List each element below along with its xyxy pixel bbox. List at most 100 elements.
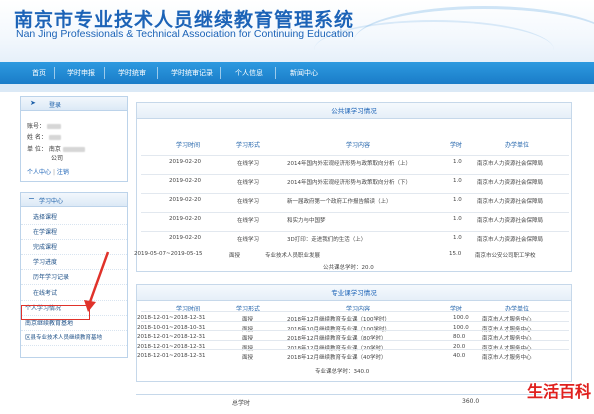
- table-cell: 南京市人才服务中心: [482, 355, 532, 361]
- professional-total: 专业课总学时：340.0: [315, 369, 370, 375]
- table-cell: 在线学习: [237, 237, 260, 243]
- nav-separator: [54, 67, 55, 79]
- col-header-org: 办学单位: [504, 142, 530, 149]
- menu-current-courses[interactable]: 在学课程: [21, 225, 127, 240]
- row-divider: [141, 174, 569, 175]
- public-total: 公共课总学时：20.0: [323, 265, 374, 271]
- unit-value-redacted: [62, 147, 85, 152]
- table-cell: 新一届政府第一个政府工作报告解读（上）: [287, 199, 392, 205]
- site-subtitle: Nan Jing Professionals & Technical Assoc…: [16, 28, 354, 40]
- row-divider: [141, 311, 569, 312]
- table-cell: 在线学习: [237, 180, 260, 186]
- table-cell: 3D打印：走进我们的生活（上）: [287, 237, 367, 243]
- professional-course-section: 专业课学习情况 学习时间 学习形式 学习内容 学时 办学单位 2018-12-0…: [136, 284, 572, 382]
- study-center-title: 学习中心: [39, 198, 64, 205]
- table-cell: 在线学习: [237, 218, 260, 224]
- table-cell: 南京市人力资源社会保障局: [477, 218, 544, 224]
- nav-personal-info[interactable]: 个人信息: [235, 62, 263, 84]
- study-center-header: − 学习中心: [21, 193, 127, 207]
- col-header-hours: 学时: [449, 142, 463, 149]
- professional-course-title: 专业课学习情况: [137, 285, 571, 301]
- row-divider: [141, 231, 569, 232]
- personal-center-link[interactable]: 个人中心: [27, 169, 51, 176]
- table-cell: 南京市人才服务中心: [482, 325, 532, 333]
- table-cell: 南京市人力资源社会保障局: [477, 237, 544, 243]
- table-cell: 南京市人才服务中心: [482, 334, 532, 342]
- nav-separator: [157, 67, 158, 79]
- total-hours-label: 总学时: [232, 400, 251, 407]
- table-cell: 专业技术人员职业发展: [265, 253, 321, 259]
- row-divider: [141, 339, 569, 341]
- table-cell: 面授: [242, 334, 253, 342]
- divider: [136, 394, 572, 395]
- table-cell: 南京市人才服务中心: [482, 315, 532, 323]
- name-label: 姓 名：: [27, 134, 47, 141]
- nav-bottom-strip: [0, 84, 594, 92]
- col-header-time: 学习时间: [175, 142, 201, 149]
- table-cell: 2019-05-07~2019-05-15: [134, 251, 203, 257]
- table-cell: 1.0: [453, 216, 462, 222]
- site-header: 南京市专业技术人员继续教育管理系统 Nan Jing Professionals…: [0, 0, 594, 62]
- login-panel: ➤ 登录 账号： 姓 名： 单 位： 南京 公司 个人中心 | 注销: [20, 96, 128, 182]
- table-cell: 2018年12月继续教育专业课（100学时）: [287, 315, 390, 323]
- nav-hours-review[interactable]: 学时统审: [118, 62, 146, 84]
- table-cell: 和实力与中国梦: [287, 218, 326, 224]
- login-panel-title: 登录: [49, 102, 62, 109]
- public-course-section: 公共课学习情况 学习时间 学习形式 学习内容 学时 办学单位 2019-02-2…: [134, 102, 572, 272]
- table-cell: 南京市人才服务中心: [482, 344, 532, 352]
- table-cell: 面授: [242, 315, 253, 323]
- account-value-redacted: [46, 124, 61, 129]
- row-divider: [141, 330, 569, 331]
- table-cell: 2014年国内外宏观经济形势与政策取向分析（下）: [287, 180, 411, 186]
- nav-separator: [275, 67, 276, 79]
- nav-separator: [104, 67, 105, 79]
- nav-separator: [220, 67, 221, 79]
- table-cell: 2018年10月继续教育专业课（100学时）: [287, 325, 390, 333]
- table-cell: 2019-02-20: [169, 235, 201, 241]
- watermark-logo: 生活百科: [527, 382, 592, 401]
- nav-review-records[interactable]: 学时统审记录: [171, 62, 213, 84]
- table-cell: 2019-02-20: [169, 159, 201, 165]
- table-cell: 南京市人力资源社会保障局: [477, 199, 544, 205]
- account-row: 账号：: [27, 121, 61, 130]
- logout-link[interactable]: 注销: [57, 169, 69, 176]
- table-cell: 面授: [242, 325, 253, 333]
- table-cell: 面授: [229, 253, 241, 259]
- nav-home[interactable]: 首页: [32, 62, 46, 84]
- col-header-form: 学习形式: [235, 142, 261, 149]
- menu-select-course[interactable]: 选择课程: [21, 210, 127, 225]
- table-cell: 2019-02-20: [169, 216, 201, 222]
- main-nav: 首页 学时申报 学时统审 学时统审记录 个人信息 新闻中心: [0, 62, 594, 84]
- name-value-redacted: [48, 135, 61, 140]
- minus-icon: −: [28, 194, 35, 203]
- table-cell: 1.0: [453, 178, 462, 184]
- table-cell: 南京市公安公司职工学校: [475, 253, 536, 259]
- table-cell: 1.0: [453, 235, 462, 241]
- table-cell: 2019-02-20: [169, 178, 201, 184]
- table-cell: 在线学习: [237, 199, 260, 205]
- menu-district-base[interactable]: 区县专业技术人员继续教育基地: [21, 331, 127, 346]
- table-cell: 在线学习: [237, 161, 260, 167]
- col-header-content: 学习内容: [345, 142, 371, 149]
- table-cell: 2014年国内外宏观经济形势与政策取向分析（上）: [287, 161, 411, 167]
- main-content: 公共课学习情况 学习时间 学习形式 学习内容 学时 办学单位 2019-02-2…: [134, 96, 572, 414]
- public-course-title: 公共课学习情况: [137, 103, 571, 119]
- table-cell: 1.0: [453, 197, 462, 203]
- unit-value-line1: 南京: [48, 146, 61, 153]
- row-divider: [141, 320, 569, 322]
- table-cell: 15.0: [449, 251, 462, 257]
- table-cell: 1.0: [453, 159, 462, 165]
- unit-label: 单 位：: [27, 146, 47, 153]
- table-cell: 面授: [242, 344, 253, 352]
- table-cell: 南京市人力资源社会保障局: [477, 161, 544, 167]
- row-divider: [141, 193, 569, 194]
- arrow-right-icon: ➤: [30, 99, 36, 107]
- row-divider: [141, 349, 569, 350]
- row-divider: [141, 212, 569, 213]
- table-cell: 2018-12-01~2018-12-31: [137, 353, 206, 359]
- nav-hours-apply[interactable]: 学时申报: [67, 62, 95, 84]
- name-row: 姓 名：: [27, 132, 61, 141]
- annotation-arrow-icon: [84, 251, 110, 312]
- nav-news[interactable]: 新闻中心: [290, 62, 318, 84]
- row-divider: [141, 155, 569, 156]
